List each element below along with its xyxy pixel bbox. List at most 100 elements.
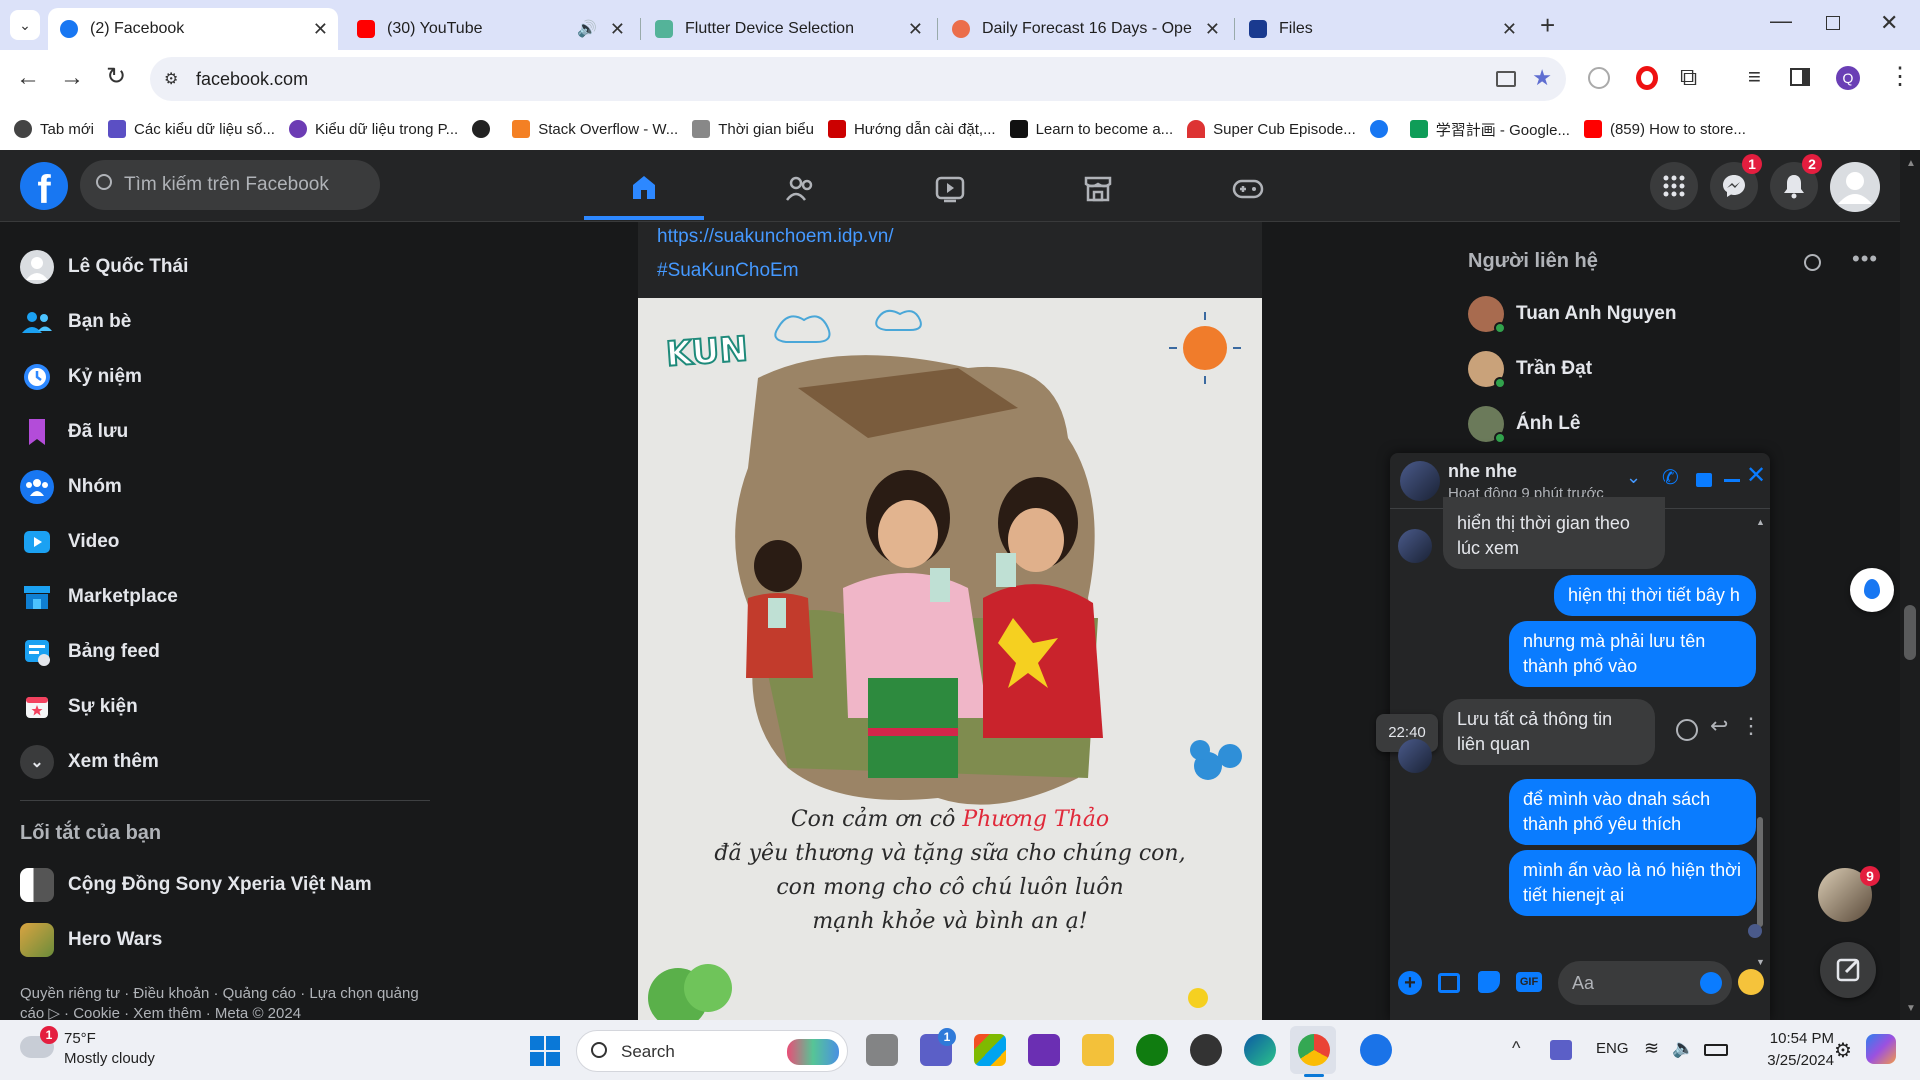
edge-browser-icon[interactable] <box>1244 1034 1276 1066</box>
sidebar-item-friends[interactable]: Bạn bè <box>20 305 131 339</box>
copilot-icon[interactable] <box>1866 1034 1896 1064</box>
video-call-icon[interactable] <box>1696 473 1712 487</box>
reply-icon[interactable]: ↩ <box>1710 713 1728 739</box>
chat-message-received[interactable]: Lưu tất cả thông tin liên quan <box>1443 699 1655 765</box>
new-tab-button[interactable]: + <box>1540 10 1555 41</box>
bookmark-item[interactable]: Super Cub Episode... <box>1187 120 1356 138</box>
bookmark-item[interactable]: Các kiểu dữ liệu số... <box>108 120 275 138</box>
sidebar-item-events[interactable]: Sự kiện <box>20 690 138 724</box>
chat-message-received[interactable]: hiển thị thời gian theo lúc xem <box>1443 497 1665 569</box>
close-window-button[interactable]: ✕ <box>1880 10 1898 36</box>
browser-menu-icon[interactable]: ⋮ <box>1888 62 1912 91</box>
chat-message-sent[interactable]: để mình vào dnah sách thành phố yêu thíc… <box>1509 779 1756 845</box>
post-link[interactable]: https://suakunchoem.idp.vn/ <box>657 226 894 248</box>
close-tab-icon[interactable]: ✕ <box>908 19 923 40</box>
volume-icon[interactable]: 🔈 <box>1672 1038 1694 1059</box>
sidebar-item-saved[interactable]: Đã lưu <box>20 415 128 449</box>
nav-friends[interactable] <box>740 158 860 220</box>
menu-grid-button[interactable] <box>1650 162 1698 210</box>
start-button[interactable] <box>530 1036 560 1066</box>
nav-marketplace[interactable] <box>1038 158 1158 220</box>
show-hidden-icons-chevron[interactable]: ^ <box>1512 1038 1520 1059</box>
shortcut-item[interactable]: Cộng Đồng Sony Xperia Việt Nam <box>20 868 372 902</box>
message-more-icon[interactable]: ⋮ <box>1740 713 1762 739</box>
chat-message-sent[interactable]: mình ấn vào là nó hiện thời tiết hienejt… <box>1509 850 1756 916</box>
clock-time[interactable]: 10:54 PM <box>1754 1030 1834 1047</box>
tab-files[interactable]: Files ✕ <box>1237 8 1527 50</box>
quick-reaction-emoji-icon[interactable] <box>1738 969 1764 995</box>
gif-icon[interactable]: GIF <box>1516 972 1542 992</box>
nav-home[interactable] <box>584 158 704 220</box>
wifi-icon[interactable]: ≋ <box>1644 1038 1659 1059</box>
facebook-search-input[interactable]: Tìm kiếm trên Facebook <box>80 160 380 210</box>
media-controls-icon[interactable]: ≡ <box>1748 64 1761 90</box>
bookmark-item[interactable]: (859) How to store... <box>1583 120 1746 138</box>
post-hashtag[interactable]: #SuaKunChoEm <box>657 260 799 282</box>
app-icon-purple[interactable] <box>1028 1034 1060 1066</box>
bookmark-item[interactable]: Tab mới <box>14 120 94 138</box>
tab-search-button[interactable]: ⌄ <box>10 10 40 40</box>
audio-playing-icon[interactable]: 🔊 <box>577 19 597 39</box>
site-info-icon[interactable]: ⚙ <box>164 69 178 89</box>
sidebar-item-profile[interactable]: Lê Quốc Thái <box>20 250 188 284</box>
extension-opera-icon[interactable] <box>1636 66 1658 90</box>
close-chat-icon[interactable]: ✕ <box>1746 461 1766 490</box>
restore-window-button[interactable] <box>1826 16 1840 30</box>
side-panel-icon[interactable] <box>1790 68 1810 86</box>
page-scrollbar[interactable]: ▲ ▼ <box>1900 150 1920 1020</box>
bookmark-item[interactable]: Stack Overflow - W... <box>512 120 678 138</box>
contact-item[interactable]: Tuan Anh Nguyen <box>1468 296 1676 334</box>
minimize-window-button[interactable]: — <box>1770 8 1792 34</box>
sticker-icon[interactable] <box>1478 971 1500 993</box>
tab-openweather[interactable]: Daily Forecast 16 Days - OpenW ✕ <box>940 8 1230 50</box>
tray-app-icon[interactable] <box>1550 1040 1572 1060</box>
sidebar-item-memories[interactable]: Kỷ niệm <box>20 360 142 394</box>
notification-settings-icon[interactable]: ⚙ <box>1834 1038 1852 1063</box>
chat-scroll-track[interactable]: ▲ ▼ <box>1756 517 1765 967</box>
bookmark-item[interactable]: 学習計画 - Google... <box>1409 119 1570 140</box>
clock-date[interactable]: 3/25/2024 <box>1744 1052 1834 1069</box>
bookmark-star-icon[interactable]: ★ <box>1532 65 1552 91</box>
bookmark-item[interactable] <box>1369 120 1396 138</box>
contact-item[interactable]: Ánh Lê <box>1468 406 1580 444</box>
chat-options-chevron-icon[interactable]: ⌄ <box>1626 467 1641 488</box>
extensions-puzzle-icon[interactable]: ⧉ <box>1680 64 1697 92</box>
search-contacts-icon[interactable] <box>1804 254 1821 271</box>
sidebar-see-more[interactable]: ⌄ Xem thêm <box>20 745 159 779</box>
bookmark-item[interactable] <box>472 120 498 138</box>
chat-message-sent[interactable]: hiện thị thời tiết bây h <box>1554 575 1756 616</box>
close-tab-icon[interactable]: ✕ <box>610 19 625 40</box>
bookmark-item[interactable]: Learn to become a... <box>1009 120 1173 138</box>
minimize-chat-icon[interactable] <box>1724 479 1740 482</box>
tab-flutter[interactable]: Flutter Device Selection ✕ <box>643 8 933 50</box>
photo-upload-icon[interactable] <box>1438 973 1460 993</box>
close-tab-icon[interactable]: ✕ <box>313 19 328 40</box>
emoji-picker-icon[interactable] <box>1700 972 1722 994</box>
shortcut-item[interactable]: Hero Wars <box>20 923 162 957</box>
weather-widget[interactable]: 1 75°F Mostly cloudy <box>20 1026 200 1072</box>
post-image[interactable]: KUN Con cảm ơn cô Phương Thảo đã yêu thư… <box>638 298 1262 1020</box>
task-view-icon[interactable] <box>866 1034 898 1066</box>
forward-button[interactable]: → <box>60 64 84 92</box>
sidebar-item-groups[interactable]: Nhóm <box>20 470 122 504</box>
chrome-icon[interactable] <box>1298 1034 1330 1066</box>
sidebar-item-feeds[interactable]: Bảng feed <box>20 635 160 669</box>
tab-facebook[interactable]: (2) Facebook ✕ <box>48 8 338 50</box>
profile-avatar[interactable]: Q <box>1836 66 1860 90</box>
react-emoji-icon[interactable] <box>1676 719 1698 741</box>
close-tab-icon[interactable]: ✕ <box>1205 19 1220 40</box>
facebook-logo-icon[interactable]: f <box>20 162 68 212</box>
new-message-button[interactable] <box>1820 942 1876 998</box>
microsoft-store-icon[interactable] <box>974 1034 1006 1066</box>
bookmark-item[interactable]: Thời gian biểu <box>692 120 814 138</box>
file-explorer-icon[interactable] <box>1082 1034 1114 1066</box>
nav-gaming[interactable] <box>1188 158 1308 220</box>
footer-links[interactable]: Quyền riêng tư · Điều khoản · Quảng cáo … <box>20 984 420 1020</box>
tab-youtube[interactable]: (30) YouTube 🔊 ✕ <box>345 8 635 50</box>
close-tab-icon[interactable]: ✕ <box>1502 19 1517 40</box>
battery-icon[interactable] <box>1704 1044 1728 1056</box>
contacts-options-icon[interactable]: ••• <box>1852 246 1878 272</box>
install-app-icon[interactable] <box>1496 71 1516 87</box>
chat-message-sent[interactable]: nhưng mà phải lưu tên thành phố vào <box>1509 621 1756 687</box>
voice-call-icon[interactable]: ✆ <box>1662 465 1679 490</box>
